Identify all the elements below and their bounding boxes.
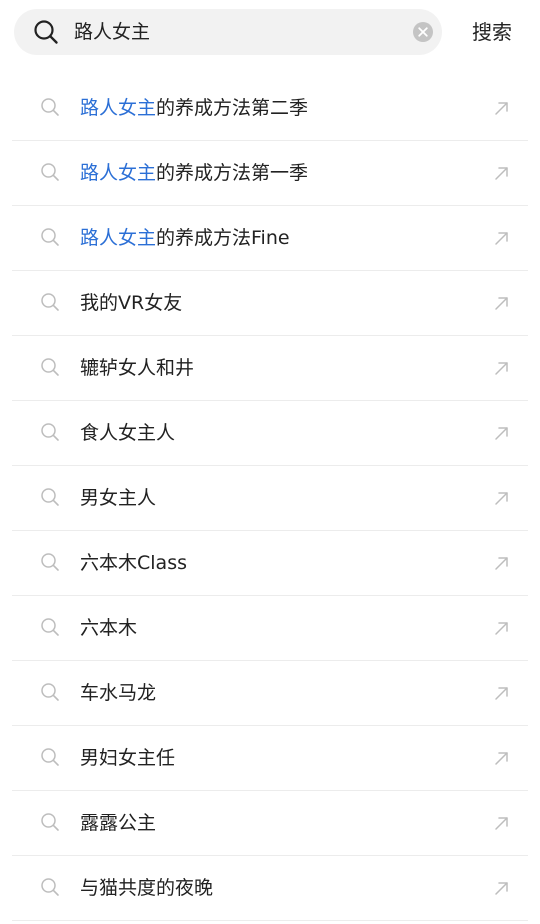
suggestion-item[interactable]: 男妇女主任 (12, 726, 528, 791)
suggestion-item[interactable]: 路人女主的养成方法Fine (12, 206, 528, 271)
suggestion-highlight: 路人女主 (80, 227, 157, 249)
suggestion-item[interactable]: 男女主人 (12, 466, 528, 531)
search-icon (41, 683, 59, 701)
arrow-up-left-icon[interactable] (494, 165, 510, 181)
suggestion-rest: 六本木Class (80, 552, 187, 574)
arrow-up-left-icon[interactable] (494, 620, 510, 636)
suggestion-rest: 的养成方法第一季 (156, 162, 309, 184)
suggestion-rest: 的养成方法Fine (156, 227, 290, 249)
search-icon (41, 553, 59, 571)
arrow-up-left-icon[interactable] (494, 360, 510, 376)
suggestion-item[interactable]: 食人女主人 (12, 401, 528, 466)
suggestion-text: 食人女主人 (80, 401, 175, 465)
suggestion-rest: 辘轳女人和井 (80, 357, 195, 379)
suggestion-rest: 的养成方法第二季 (156, 97, 309, 119)
arrow-up-left-icon[interactable] (494, 555, 510, 571)
suggestion-text: 我的VR女友 (80, 271, 182, 335)
suggestion-rest: 与猫共度的夜晚 (80, 877, 214, 899)
search-icon (41, 358, 59, 376)
suggestion-text: 路人女主的养成方法Fine (80, 206, 290, 270)
suggestion-text: 露露公主 (80, 791, 156, 855)
search-icon (41, 423, 59, 441)
search-icon (41, 163, 59, 181)
suggestion-rest: 男妇女主任 (80, 747, 176, 769)
suggestion-highlight: 路人女主 (80, 97, 157, 119)
suggestion-item[interactable]: 路人女主的养成方法第一季 (12, 141, 528, 206)
search-icon (34, 20, 58, 44)
search-icon (41, 878, 59, 896)
suggestion-text: 男妇女主任 (80, 726, 175, 790)
search-icon (41, 488, 59, 506)
suggestion-item[interactable]: 路人女主的养成方法第二季 (12, 76, 528, 141)
suggestion-item[interactable]: 我的VR女友 (12, 271, 528, 336)
suggestion-text: 路人女主的养成方法第二季 (80, 76, 308, 140)
suggestion-item[interactable]: 露露公主 (12, 791, 528, 856)
search-icon (41, 748, 59, 766)
suggestion-text: 与猫共度的夜晚 (80, 856, 213, 920)
suggestion-rest: 车水马龙 (80, 682, 157, 704)
suggestion-rest: 露露公主 (80, 812, 157, 834)
suggestion-text: 车水马龙 (80, 661, 156, 725)
suggestion-rest: 六本木 (80, 617, 138, 639)
search-input[interactable]: 路人女主 (74, 9, 150, 55)
suggestion-list: 路人女主的养成方法第二季 路人女主的养成方法第一季 路人女主的养成方法Fine 我的V… (12, 76, 528, 921)
search-icon (41, 293, 59, 311)
search-icon (41, 813, 59, 831)
search-icon (41, 98, 59, 116)
search-icon (41, 228, 59, 246)
suggestion-highlight: 路人女主 (80, 162, 157, 184)
search-icon (41, 618, 59, 636)
search-bar[interactable]: 路人女主 (14, 9, 442, 55)
suggestion-text: 辘轳女人和井 (80, 336, 194, 400)
suggestion-item[interactable]: 六本木 (12, 596, 528, 661)
suggestion-rest: 我的VR女友 (80, 292, 183, 314)
arrow-up-left-icon[interactable] (494, 490, 510, 506)
suggestion-rest: 食人女主人 (80, 422, 176, 444)
arrow-up-left-icon[interactable] (494, 880, 510, 896)
suggestion-item[interactable]: 辘轳女人和井 (12, 336, 528, 401)
arrow-up-left-icon[interactable] (494, 295, 510, 311)
suggestion-text: 男女主人 (80, 466, 156, 530)
arrow-up-left-icon[interactable] (494, 425, 510, 441)
suggestion-rest: 男女主人 (80, 487, 157, 509)
suggestion-item[interactable]: 车水马龙 (12, 661, 528, 726)
suggestion-text: 六本木Class (80, 531, 187, 595)
suggestion-text: 六本木 (80, 596, 137, 660)
suggestion-item[interactable]: 与猫共度的夜晚 (12, 856, 528, 921)
arrow-up-left-icon[interactable] (494, 100, 510, 116)
suggestion-text: 路人女主的养成方法第一季 (80, 141, 308, 205)
arrow-up-left-icon[interactable] (494, 685, 510, 701)
arrow-up-left-icon[interactable] (494, 815, 510, 831)
search-button[interactable]: 搜索 (456, 9, 528, 55)
suggestion-item[interactable]: 六本木Class (12, 531, 528, 596)
clear-icon[interactable] (412, 21, 434, 43)
arrow-up-left-icon[interactable] (494, 750, 510, 766)
arrow-up-left-icon[interactable] (494, 230, 510, 246)
